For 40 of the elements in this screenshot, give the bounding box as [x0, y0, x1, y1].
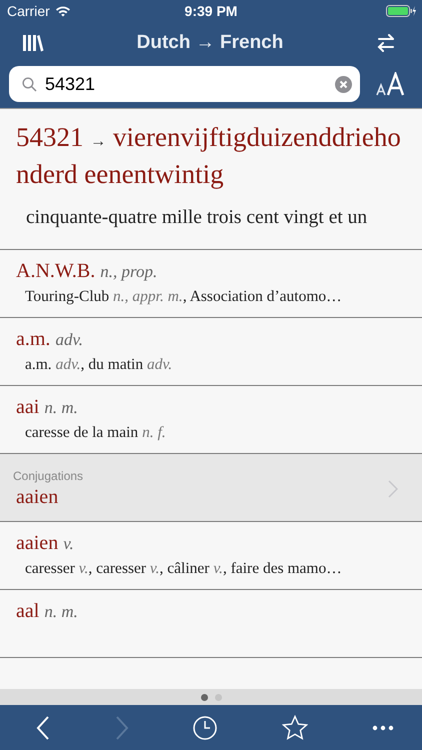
entry-row[interactable]: A.N.W.B. n., prop. Touring-Club n., appr. m., Association d’automo… — [0, 250, 422, 318]
grammar-label: n. m. — [44, 602, 78, 622]
clock-time: 9:39 PM — [184, 3, 238, 19]
translation: Touring-Club n., appr. m., Association d’automo… — [24, 286, 343, 306]
conjugation-row[interactable]: Conjugations aaien — [0, 454, 422, 522]
chevron-icon — [388, 480, 398, 498]
star-icon[interactable] — [282, 715, 308, 740]
library-icon[interactable] — [22, 34, 44, 52]
carrier-label: Carrier — [7, 3, 50, 19]
wifi-icon — [54, 5, 71, 17]
search-field[interactable]: 54321 — [9, 66, 360, 102]
translation: cinquante-quatre mille trois cent vingt et un — [25, 206, 368, 230]
entry-row[interactable]: aaien v. caresser v., caresser v., câliner v., faire des mamo… — [0, 522, 422, 590]
grammar-label: n., prop. — [100, 262, 158, 282]
search-icon — [22, 77, 37, 92]
headword: a.m. — [16, 328, 50, 351]
swap-icon[interactable] — [376, 33, 396, 53]
entry-row[interactable]: aal n. m. — [0, 590, 422, 658]
section-label: Conjugations — [13, 469, 84, 484]
page-dot[interactable] — [200, 694, 208, 700]
battery-icon — [386, 5, 416, 17]
headword: aaien — [15, 486, 60, 510]
back-icon[interactable] — [36, 714, 50, 740]
headword: 54321 → vierenvijftigduizenddriehonderd eenentwintig — [16, 121, 402, 192]
grammar-label: v. — [63, 534, 74, 554]
headword: aal — [16, 600, 40, 623]
translation: a.m. adv., du matin adv. — [24, 354, 174, 374]
entry-row[interactable]: a.m. adv. a.m. adv., du matin adv. — [0, 318, 422, 386]
clear-icon[interactable] — [335, 76, 352, 93]
grammar-label: n. m. — [44, 398, 78, 418]
page-dot[interactable] — [214, 694, 222, 700]
translation: caresser v., caresser v., câliner v., faire des mamo… — [24, 558, 343, 578]
more-icon[interactable] — [372, 724, 394, 730]
grammar-label: adv. — [55, 330, 83, 350]
history-icon[interactable] — [193, 716, 217, 740]
headword: aaien — [16, 532, 58, 555]
translation: caresse de la main n. f. — [24, 422, 167, 442]
headword: aai — [16, 396, 40, 419]
headword: A.N.W.B. — [16, 260, 96, 283]
nav-title: Dutch → French — [136, 32, 284, 54]
